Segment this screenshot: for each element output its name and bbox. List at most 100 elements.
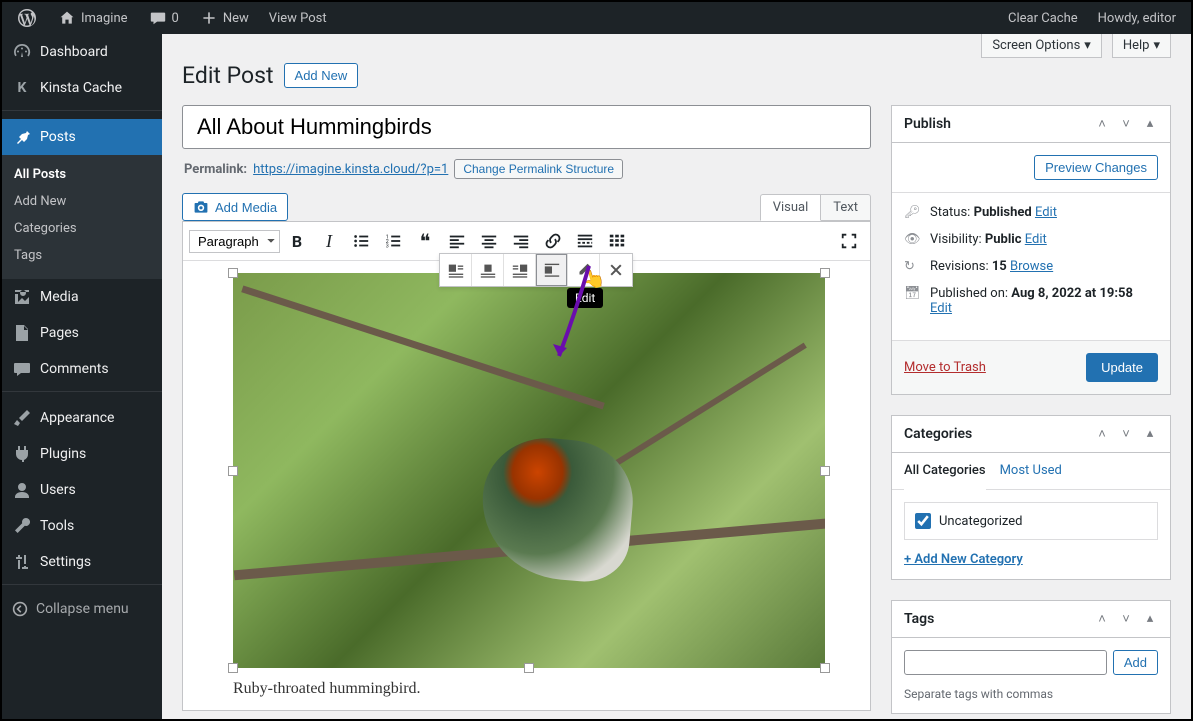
view-post-link[interactable]: View Post [262,2,334,34]
sidebar-item-kinsta[interactable]: K Kinsta Cache [2,70,162,106]
move-to-trash-link[interactable]: Move to Trash [904,360,986,375]
move-down-icon[interactable]: ˅ [1118,426,1134,442]
plugin-icon [12,444,32,464]
post-title-input[interactable] [182,105,871,149]
tab-visual[interactable]: Visual [760,194,822,221]
move-down-icon[interactable]: ˅ [1118,116,1134,132]
kinsta-icon: K [12,78,32,98]
resize-handle[interactable] [820,663,830,673]
edit-date-link[interactable]: Edit [930,301,952,316]
align-right-button[interactable] [506,226,536,256]
sidebar-item-comments[interactable]: Comments [2,351,162,387]
tab-most-used[interactable]: Most Used [1000,453,1062,489]
sidebar-item-media[interactable]: Media [2,279,162,315]
align-left-button[interactable] [442,226,472,256]
readmore-button[interactable] [570,226,600,256]
edit-visibility-link[interactable]: Edit [1025,232,1047,247]
resize-handle[interactable] [524,663,534,673]
toggle-icon[interactable]: ▴ [1142,611,1158,627]
resize-handle[interactable] [820,466,830,476]
site-name-link[interactable]: Imagine [50,2,135,34]
add-tag-button[interactable]: Add [1113,650,1158,675]
resize-handle[interactable] [228,268,238,278]
move-up-icon[interactable]: ˄ [1094,116,1110,132]
submenu-tags[interactable]: Tags [2,242,162,269]
resize-handle[interactable] [820,268,830,278]
add-new-category-link[interactable]: + Add New Category [904,552,1023,567]
calendar-icon: 📅︎ [904,286,922,301]
italic-button[interactable]: I [314,226,344,256]
media-icon [12,287,32,307]
toggle-icon[interactable]: ▴ [1142,116,1158,132]
collapse-icon [12,601,28,617]
user-icon [12,480,32,500]
categories-metabox: Categories ˄˅▴ All Categories Most Used … [891,415,1171,580]
eye-icon: 👁 [904,232,922,247]
sidebar-item-dashboard[interactable]: Dashboard [2,34,162,70]
sidebar-label: Settings [40,554,91,570]
move-up-icon[interactable]: ˄ [1094,426,1110,442]
align-left-img-button[interactable] [440,254,472,286]
help-button[interactable]: Help ▾ [1112,34,1171,58]
bold-button[interactable]: B [282,226,312,256]
number-list-button[interactable]: 123 [378,226,408,256]
add-media-button[interactable]: Add Media [182,193,288,221]
change-permalink-button[interactable]: Change Permalink Structure [454,159,623,179]
editor-body[interactable]: Edit 👆 [183,261,870,710]
toggle-icon[interactable]: ▴ [1142,426,1158,442]
page-title: Edit Post [182,62,274,89]
align-center-button[interactable] [474,226,504,256]
wp-logo[interactable] [10,2,44,34]
resize-handle[interactable] [228,466,238,476]
submenu-all-posts[interactable]: All Posts [2,161,162,188]
sidebar-item-appearance[interactable]: Appearance [2,400,162,436]
category-item[interactable]: Uncategorized [915,513,1147,529]
resize-handle[interactable] [228,663,238,673]
new-content-link[interactable]: New [192,2,256,34]
sidebar-item-tools[interactable]: Tools [2,508,162,544]
site-name-label: Imagine [81,11,128,26]
selected-image-wrapper[interactable]: Edit 👆 [233,273,825,668]
browse-revisions-link[interactable]: Browse [1010,259,1053,274]
move-down-icon[interactable]: ˅ [1118,611,1134,627]
image-caption[interactable]: Ruby-throated hummingbird. [233,680,850,698]
submenu-add-new[interactable]: Add New [2,188,162,215]
comments-link[interactable]: 0 [141,2,186,34]
sidebar-item-settings[interactable]: Settings [2,544,162,580]
align-center-img-button[interactable] [472,254,504,286]
move-up-icon[interactable]: ˄ [1094,611,1110,627]
howdy-link[interactable]: Howdy, editor [1091,2,1183,34]
collapse-menu[interactable]: Collapse menu [2,593,162,625]
permalink-link[interactable]: https://imagine.kinsta.cloud/?p=1 [253,162,448,177]
sidebar-item-posts[interactable]: Posts [2,119,162,155]
sidebar-item-plugins[interactable]: Plugins [2,436,162,472]
pin-icon [12,127,32,147]
clear-cache-link[interactable]: Clear Cache [1001,2,1085,34]
publish-title: Publish [904,116,951,132]
caret-down-icon: ▾ [1153,38,1160,53]
editor-box: Paragraph B I 123 ❝ [182,221,871,711]
fullscreen-button[interactable] [834,226,864,256]
edit-status-link[interactable]: Edit [1035,205,1057,220]
tags-input[interactable] [904,650,1107,675]
category-checkbox[interactable] [915,513,931,529]
align-right-img-button[interactable] [504,254,536,286]
sidebar-item-pages[interactable]: Pages [2,315,162,351]
permalink-label: Permalink: [184,162,247,177]
tab-all-categories[interactable]: All Categories [904,453,986,490]
align-none-img-button[interactable] [536,254,568,286]
post-image[interactable] [233,273,825,668]
sidebar-item-users[interactable]: Users [2,472,162,508]
bullet-list-button[interactable] [346,226,376,256]
tab-text[interactable]: Text [821,194,871,221]
tags-title: Tags [904,611,934,627]
link-button[interactable] [538,226,568,256]
submenu-categories[interactable]: Categories [2,215,162,242]
format-select[interactable]: Paragraph [189,230,280,253]
update-button[interactable]: Update [1086,353,1158,382]
quote-button[interactable]: ❝ [410,226,440,256]
screen-options-button[interactable]: Screen Options ▾ [981,34,1102,58]
add-new-button[interactable]: Add New [284,63,359,88]
toolbar-toggle-button[interactable] [602,226,632,256]
preview-changes-button[interactable]: Preview Changes [1034,155,1158,180]
